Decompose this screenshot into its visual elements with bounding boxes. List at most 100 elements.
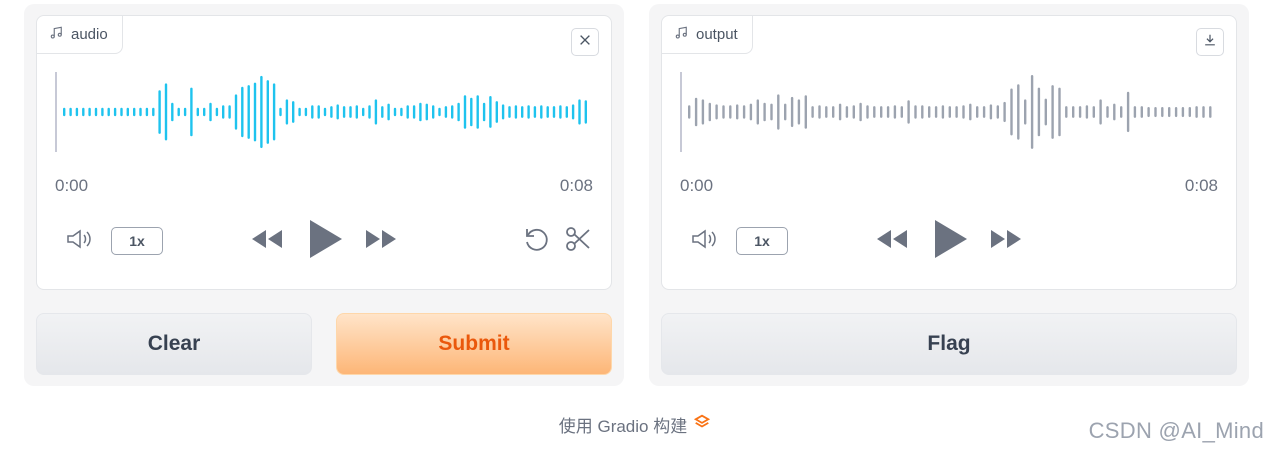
playback-speed-button[interactable]: 1x [736, 227, 788, 255]
waveform-bar [514, 105, 518, 119]
waveform-bar [1030, 75, 1034, 149]
rewind-button[interactable] [874, 226, 910, 256]
input-waveform[interactable] [55, 70, 595, 154]
waveform-bar [145, 107, 149, 117]
scissors-icon [564, 225, 592, 258]
undo-button[interactable] [521, 226, 551, 256]
waveform-bar [272, 83, 276, 141]
waveform-bar [425, 103, 428, 121]
waveform-bar [521, 106, 524, 118]
current-time: 0:00 [680, 176, 714, 195]
undo-icon [522, 225, 550, 258]
waveform-bar [304, 107, 308, 117]
download-button[interactable] [1196, 28, 1224, 56]
waveform-bar [907, 100, 910, 124]
waveform-bar [962, 105, 965, 119]
waveform-bar [260, 75, 263, 149]
waveform-bar [934, 106, 938, 118]
waveform-bar [419, 102, 422, 122]
waveform-bar [797, 99, 801, 125]
clear-audio-button[interactable] [571, 28, 599, 56]
play-button[interactable] [305, 219, 345, 262]
trim-button[interactable] [563, 226, 593, 256]
waveform-bar [584, 100, 587, 124]
waveform-bar [742, 105, 746, 119]
waveform-bar [900, 106, 903, 118]
waveform-bar [1065, 106, 1068, 118]
waveform-bar [374, 99, 378, 125]
flag-button[interactable]: Flag [661, 313, 1237, 375]
rewind-button[interactable] [249, 226, 285, 256]
waveform-bar [317, 105, 320, 119]
volume-button[interactable] [63, 228, 97, 254]
waveform-bar [400, 107, 403, 117]
waveform-bar [914, 105, 917, 119]
audio-output-card: output 0:00 0:08 1x [661, 15, 1237, 290]
waveform-bar [451, 105, 454, 119]
clear-button[interactable]: Clear [36, 313, 312, 375]
waveform-bar [770, 103, 773, 121]
gradio-logo-icon [693, 413, 711, 436]
waveform-bar [368, 105, 371, 119]
waveform-bar [183, 107, 187, 117]
waveform-bar [533, 106, 537, 118]
music-note-icon [49, 26, 63, 44]
waveform-bar [1044, 98, 1047, 126]
waveform-bar [381, 106, 384, 118]
waveform-bar [708, 102, 711, 122]
waveform-bar [253, 82, 257, 142]
fast-forward-button[interactable] [988, 226, 1024, 256]
waveform-bar [482, 102, 486, 122]
waveform-bar [1120, 106, 1123, 118]
waveform-bar [873, 106, 876, 118]
close-icon [578, 33, 592, 52]
music-note-icon [674, 26, 688, 44]
waveform-bar [330, 106, 333, 118]
waveform-bar [1010, 88, 1013, 136]
waveform-bar [955, 106, 958, 118]
waveform-bar [552, 106, 556, 118]
fast-forward-icon [989, 228, 1023, 255]
volume-icon [690, 228, 720, 255]
waveform-bar [880, 106, 883, 118]
waveform-bar [75, 107, 79, 117]
waveform-bar [1058, 87, 1061, 137]
rewind-icon [250, 228, 284, 255]
play-button[interactable] [930, 219, 970, 262]
waveform-bar [722, 105, 725, 119]
waveform-bar [247, 85, 250, 139]
waveform-bar [852, 105, 855, 119]
playback-speed-button[interactable]: 1x [111, 227, 163, 255]
waveform-bar [470, 97, 473, 127]
waveform-bar [1078, 106, 1082, 118]
waveform-bar [508, 106, 511, 118]
fast-forward-icon [364, 228, 398, 255]
waveform-bar [838, 103, 842, 121]
footer-text[interactable]: 使用 Gradio 构建 [559, 412, 687, 437]
waveform-bar [457, 102, 460, 122]
waveform-bar [1195, 106, 1198, 118]
audio-label-tag: audio [37, 16, 123, 54]
waveform-bar [715, 104, 718, 120]
waveform-bar [996, 105, 999, 119]
waveform-bar [495, 101, 498, 123]
playback-controls: 1x [37, 216, 611, 266]
waveform-bar [1085, 105, 1089, 119]
waveform-bar [578, 99, 581, 125]
waveform-bar [1140, 106, 1143, 118]
waveform-bar [113, 107, 117, 117]
waveform-bar [1113, 103, 1116, 121]
volume-button[interactable] [688, 228, 722, 254]
waveform-bar [342, 106, 346, 118]
waveform-bar [736, 104, 739, 120]
waveform-bar [94, 107, 98, 117]
waveform-bar [489, 96, 492, 128]
fast-forward-button[interactable] [363, 226, 399, 256]
output-waveform[interactable] [680, 70, 1220, 154]
waveform-bar [323, 107, 327, 117]
waveform-bar [546, 106, 549, 118]
submit-button[interactable]: Submit [336, 313, 612, 375]
waveform-bar [948, 106, 951, 118]
waveform-bar [1154, 107, 1157, 118]
waveform-bar [886, 106, 890, 118]
